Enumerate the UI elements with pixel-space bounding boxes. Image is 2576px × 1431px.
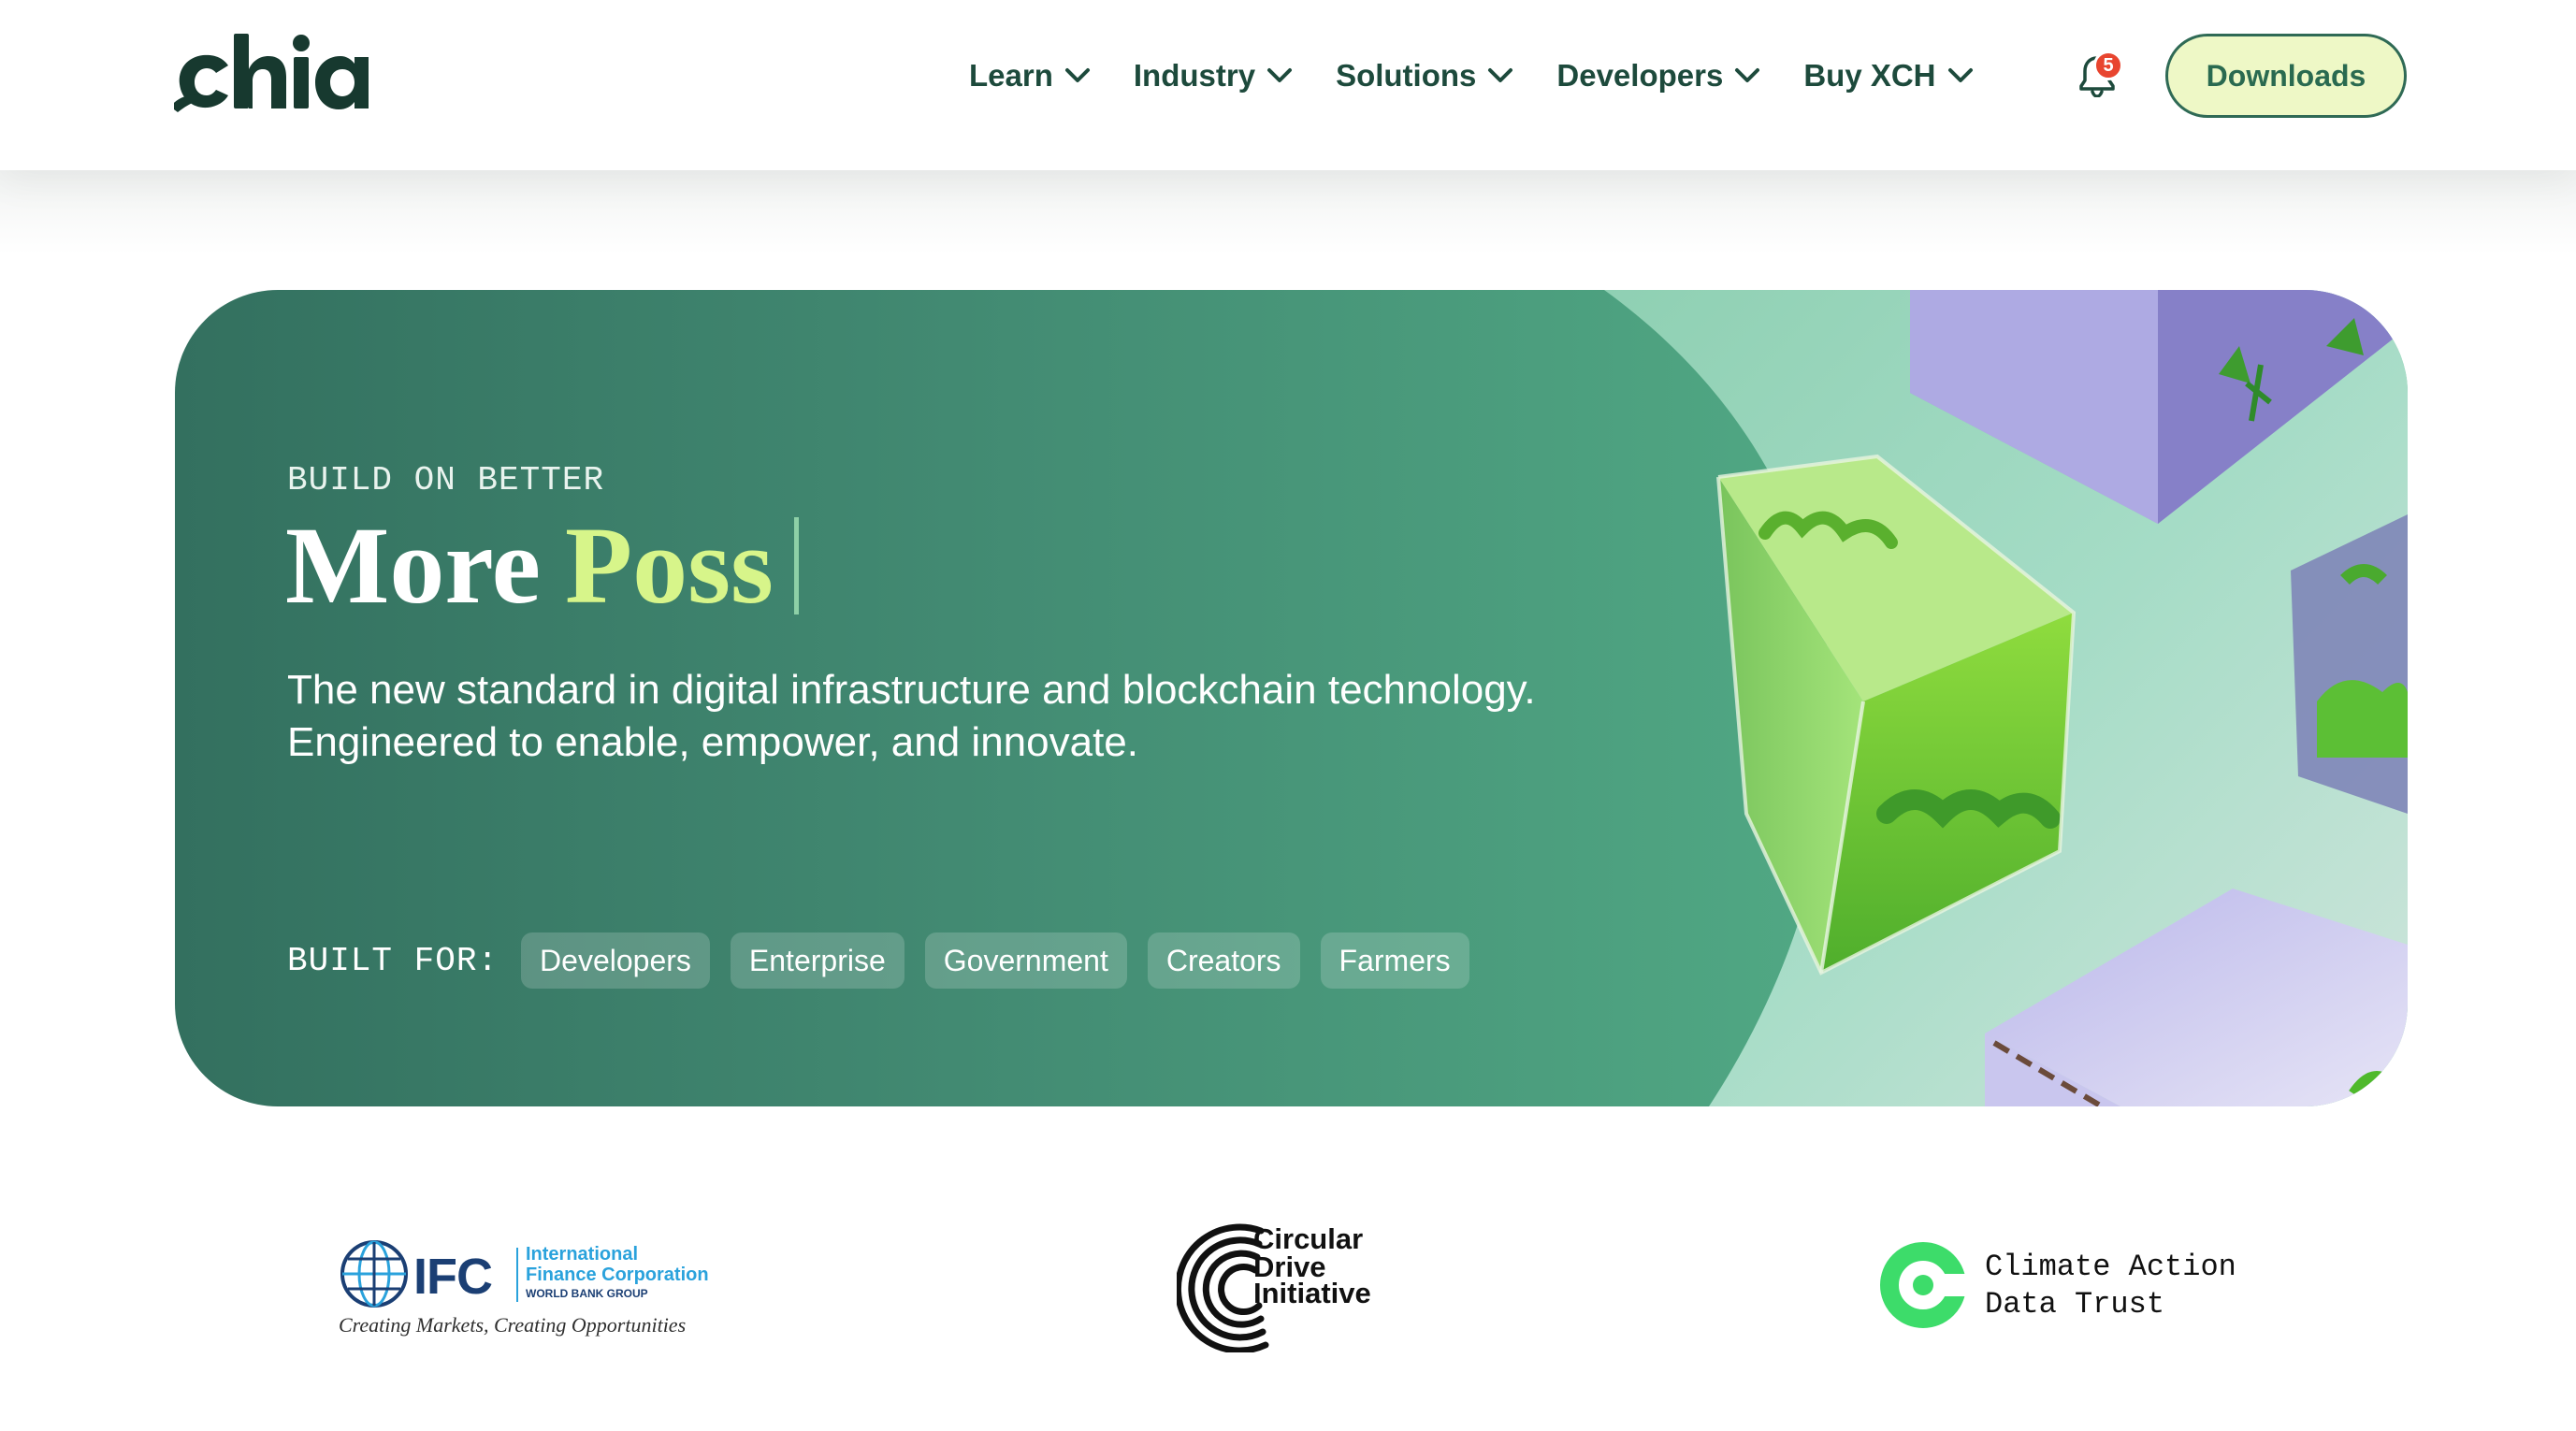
built-for-row: BUILT FOR: Developers Enterprise Governm…	[287, 932, 1490, 989]
ifc-group: WORLD BANK GROUP	[526, 1287, 648, 1300]
hero-title-accent: Poss	[565, 504, 774, 627]
nav-label: Solutions	[1336, 58, 1477, 93]
hero-subtitle: The new standard in digital infrastructu…	[287, 664, 1690, 769]
cdi-text: Initiative	[1253, 1277, 1371, 1309]
built-for-label: BUILT FOR:	[287, 941, 499, 980]
audience-chip-enterprise[interactable]: Enterprise	[730, 932, 904, 989]
hero-eyebrow: BUILD ON BETTER	[287, 461, 605, 499]
nav-label: Learn	[969, 58, 1053, 93]
nav-label: Developers	[1556, 58, 1724, 93]
nav-label: Buy XCH	[1803, 58, 1936, 93]
typing-caret	[793, 517, 799, 614]
nav-developers[interactable]: Developers	[1556, 52, 1760, 99]
chia-wordmark-icon	[174, 34, 369, 112]
audience-chip-developers[interactable]: Developers	[521, 932, 710, 989]
audience-chip-government[interactable]: Government	[924, 932, 1127, 989]
nav-solutions[interactable]: Solutions	[1336, 52, 1513, 99]
notification-badge: 5	[2093, 51, 2123, 80]
hero-title: More Poss	[285, 505, 799, 627]
partner-ifc-logo[interactable]: IFC International Finance Corporation WO…	[337, 1235, 730, 1347]
header-shadow	[0, 170, 2576, 254]
site-header: Learn Industry Solutions Developers Buy …	[0, 0, 2576, 170]
ifc-abbr: IFC	[413, 1249, 493, 1305]
downloads-button[interactable]: Downloads	[2165, 34, 2407, 118]
audience-chip-farmers[interactable]: Farmers	[1320, 932, 1469, 989]
cadt-text: Data Trust	[1985, 1287, 2165, 1322]
ifc-name: Finance Corporation	[526, 1265, 709, 1285]
nav-label: Industry	[1133, 58, 1256, 93]
hero-subtitle-line: The new standard in digital infrastructu…	[287, 667, 1536, 713]
ifc-tagline: Creating Markets, Creating Opportunities	[339, 1313, 687, 1337]
chevron-down-icon	[1267, 68, 1293, 82]
nav-buy-xch[interactable]: Buy XCH	[1803, 52, 1973, 99]
hero-title-main: More	[285, 504, 541, 627]
globe-icon	[340, 1240, 408, 1308]
audience-chip-creators[interactable]: Creators	[1147, 932, 1300, 989]
nav-learn[interactable]: Learn	[969, 52, 1091, 99]
ifc-divider	[516, 1248, 518, 1302]
chevron-down-icon	[1735, 68, 1760, 82]
chevron-down-icon	[1947, 68, 1973, 82]
main-nav: Learn Industry Solutions Developers Buy …	[969, 52, 2017, 99]
ifc-name: International	[526, 1244, 639, 1265]
ring-logo-icon	[1880, 1242, 1968, 1328]
chia-logo[interactable]	[174, 28, 372, 122]
chevron-down-icon	[1488, 68, 1513, 82]
cdi-text: Circular	[1253, 1222, 1364, 1255]
hero-subtitle-line: Engineered to enable, empower, and innov…	[287, 719, 1138, 765]
cadt-text: Climate Action	[1985, 1250, 2236, 1284]
partner-cadt-logo[interactable]: Climate Action Data Trust	[1878, 1240, 2252, 1334]
nav-industry[interactable]: Industry	[1134, 52, 1293, 99]
partner-cdi-logo[interactable]: Circular Drive Initiative	[1177, 1221, 1382, 1352]
chevron-down-icon	[1064, 68, 1090, 82]
